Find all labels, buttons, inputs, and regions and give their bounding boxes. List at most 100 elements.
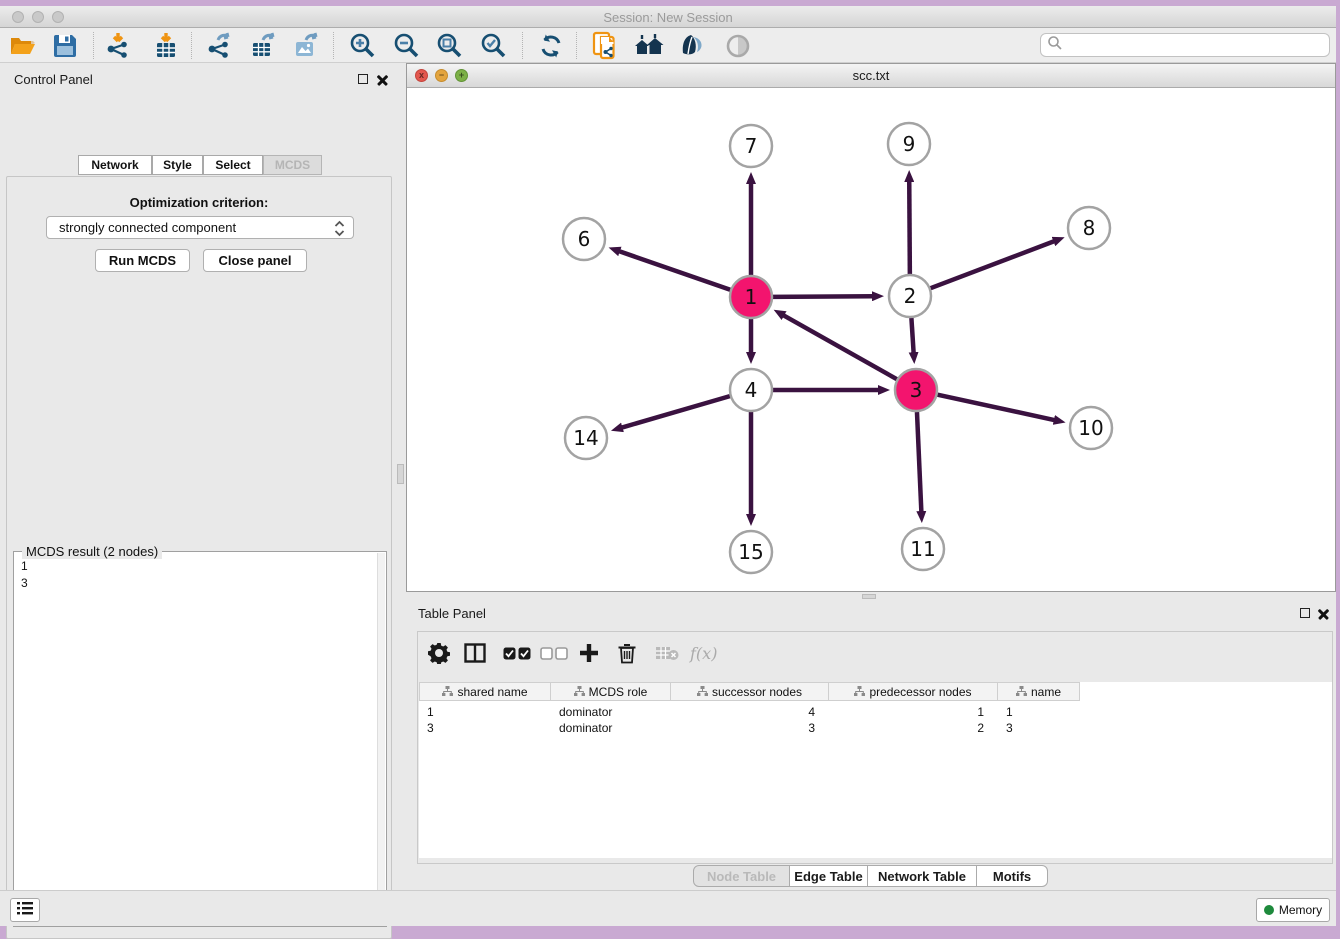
table-cell[interactable]: 1 bbox=[829, 704, 998, 720]
list-icon bbox=[17, 902, 33, 918]
save-icon[interactable] bbox=[50, 31, 80, 61]
table-cell[interactable]: 2 bbox=[829, 720, 998, 736]
table-cell[interactable]: 3 bbox=[419, 720, 551, 736]
export-table-icon[interactable] bbox=[248, 31, 278, 61]
table-cell[interactable]: 3 bbox=[998, 720, 1080, 736]
tab-motifs[interactable]: Motifs bbox=[977, 865, 1048, 887]
zoom-selected-icon[interactable] bbox=[479, 31, 509, 61]
tab-network[interactable]: Network bbox=[78, 155, 152, 175]
table-cell[interactable]: 1 bbox=[419, 704, 551, 720]
edge-3-1[interactable] bbox=[783, 315, 897, 379]
node-6[interactable]: 6 bbox=[563, 218, 605, 260]
optimization-criterion-label: Optimization criterion: bbox=[7, 195, 391, 210]
delete-table-icon[interactable] bbox=[655, 640, 679, 666]
mcds-result-group: MCDS result (2 nodes) 1 3 bbox=[13, 551, 387, 927]
gear-icon[interactable] bbox=[428, 640, 450, 666]
delete-icon[interactable] bbox=[617, 640, 637, 666]
zoom-fit-icon[interactable] bbox=[435, 31, 465, 61]
table-cell[interactable]: 4 bbox=[671, 704, 829, 720]
svg-text:4: 4 bbox=[745, 378, 758, 402]
edge-2-3[interactable] bbox=[911, 318, 913, 353]
close-panel-icon[interactable] bbox=[377, 74, 388, 85]
network-window-titlebar: x − + scc.txt bbox=[407, 64, 1335, 88]
float-table-panel-icon[interactable] bbox=[1300, 608, 1310, 618]
export-image-icon[interactable] bbox=[291, 31, 321, 61]
deselect-all-icon[interactable] bbox=[540, 640, 568, 666]
eye-icon[interactable] bbox=[723, 31, 753, 61]
edge-3-10[interactable] bbox=[937, 395, 1054, 420]
result-scrollbar[interactable] bbox=[377, 553, 385, 926]
network-view-title: scc.txt bbox=[407, 68, 1335, 83]
window-titlebar: Session: New Session bbox=[0, 6, 1336, 28]
edge-4-14[interactable] bbox=[622, 396, 730, 428]
column-header-MCDS-role[interactable]: MCDS role bbox=[551, 682, 671, 701]
node-7[interactable]: 7 bbox=[730, 125, 772, 167]
tab-network-table[interactable]: Network Table bbox=[868, 865, 977, 887]
search-icon bbox=[1047, 35, 1063, 56]
node-4[interactable]: 4 bbox=[730, 369, 772, 411]
tab-select[interactable]: Select bbox=[203, 155, 263, 175]
columns-icon[interactable] bbox=[464, 640, 486, 666]
node-11[interactable]: 11 bbox=[902, 528, 944, 570]
network-view-window: x − + scc.txt 1 2 3 4 6 7 8 9 10 11 14 15 bbox=[406, 63, 1336, 592]
edge-3-11[interactable] bbox=[917, 412, 921, 512]
table-cell[interactable]: dominator bbox=[551, 720, 671, 736]
memory-button[interactable]: Memory bbox=[1256, 898, 1330, 922]
select-all-icon[interactable] bbox=[503, 640, 531, 666]
node-8[interactable]: 8 bbox=[1068, 207, 1110, 249]
close-table-panel-icon[interactable] bbox=[1318, 608, 1329, 619]
homes-icon[interactable] bbox=[634, 31, 664, 61]
float-panel-icon[interactable] bbox=[358, 74, 368, 84]
zoom-out-icon[interactable] bbox=[392, 31, 422, 61]
run-mcds-button[interactable]: Run MCDS bbox=[95, 249, 190, 272]
memory-status-icon bbox=[1264, 905, 1274, 915]
cytopanel-list-button[interactable] bbox=[10, 898, 40, 922]
search-input[interactable] bbox=[1040, 33, 1330, 57]
node-14[interactable]: 14 bbox=[565, 417, 607, 459]
open-folder-icon[interactable] bbox=[8, 31, 38, 61]
tab-style[interactable]: Style bbox=[152, 155, 203, 175]
import-network-icon[interactable] bbox=[104, 31, 134, 61]
toolbar-separator bbox=[93, 32, 94, 59]
vertical-splitter-handle[interactable] bbox=[397, 464, 404, 484]
close-panel-button[interactable]: Close panel bbox=[203, 249, 307, 272]
network-canvas[interactable]: 1 2 3 4 6 7 8 9 10 11 14 15 bbox=[407, 88, 1335, 591]
optimization-criterion-select[interactable]: strongly connected component bbox=[46, 216, 354, 239]
network-graph[interactable]: 1 2 3 4 6 7 8 9 10 11 14 15 bbox=[407, 88, 1335, 591]
export-network-icon[interactable] bbox=[205, 31, 235, 61]
toolbar-separator bbox=[576, 32, 577, 59]
control-panel: Control Panel Network Style Select MCDS … bbox=[0, 63, 395, 890]
table-cell[interactable]: dominator bbox=[551, 704, 671, 720]
copy-network-icon[interactable] bbox=[591, 31, 621, 61]
main-toolbar bbox=[0, 28, 1336, 63]
tab-mcds[interactable]: MCDS bbox=[263, 155, 322, 175]
function-builder-icon[interactable]: f(x) bbox=[690, 640, 717, 666]
edge-2-8[interactable] bbox=[931, 241, 1055, 288]
table-cell[interactable]: 3 bbox=[671, 720, 829, 736]
column-header-shared-name[interactable]: shared name bbox=[419, 682, 551, 701]
import-table-icon[interactable] bbox=[151, 31, 181, 61]
edge-1-2[interactable] bbox=[773, 296, 873, 297]
add-column-icon[interactable] bbox=[579, 640, 599, 666]
column-header-predecessor-nodes[interactable]: predecessor nodes bbox=[829, 682, 998, 701]
mcds-result-text[interactable]: 1 3 bbox=[15, 553, 379, 926]
tab-node-table[interactable]: Node Table bbox=[693, 865, 790, 887]
svg-text:10: 10 bbox=[1078, 416, 1103, 440]
column-header-name[interactable]: name bbox=[998, 682, 1080, 701]
node-table: shared nameMCDS rolesuccessor nodesprede… bbox=[419, 682, 1332, 858]
table-cell[interactable]: 1 bbox=[998, 704, 1080, 720]
node-3[interactable]: 3 bbox=[895, 369, 937, 411]
column-header-successor-nodes[interactable]: successor nodes bbox=[671, 682, 829, 701]
vizmap-icon[interactable] bbox=[677, 31, 707, 61]
node-2[interactable]: 2 bbox=[889, 275, 931, 317]
node-9[interactable]: 9 bbox=[888, 123, 930, 165]
node-1[interactable]: 1 bbox=[730, 276, 772, 318]
horizontal-splitter-handle[interactable] bbox=[862, 594, 876, 599]
edge-1-6[interactable] bbox=[619, 251, 730, 290]
node-10[interactable]: 10 bbox=[1070, 407, 1112, 449]
node-15[interactable]: 15 bbox=[730, 531, 772, 573]
zoom-in-icon[interactable] bbox=[348, 31, 378, 61]
tab-edge-table[interactable]: Edge Table bbox=[790, 865, 868, 887]
refresh-icon[interactable] bbox=[536, 31, 566, 61]
edge-2-9[interactable] bbox=[909, 181, 910, 274]
